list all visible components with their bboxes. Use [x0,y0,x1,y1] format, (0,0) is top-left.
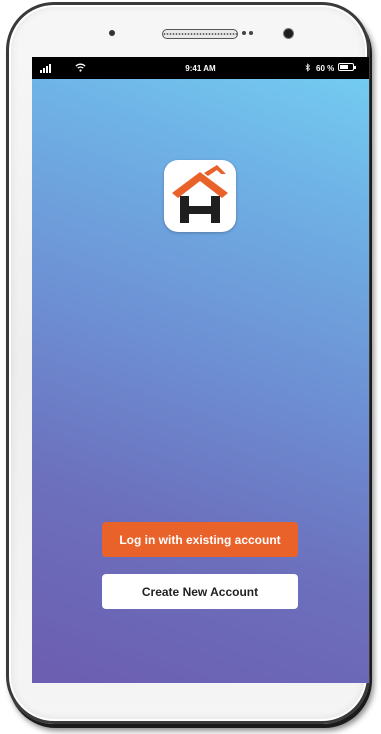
bluetooth-icon [305,63,311,72]
app-logo [164,160,236,232]
battery-percent: 60 % [316,64,335,73]
earpiece-speaker [162,29,238,39]
login-button[interactable]: Log in with existing account [102,522,298,557]
front-sensor [109,30,115,36]
app-screen: 9:41 AM 60 % Log in with existing accoun… [32,57,369,683]
proximity-sensor [242,31,246,35]
battery-icon [338,63,356,71]
house-h-logo-icon [172,165,228,223]
create-account-button[interactable]: Create New Account [102,574,298,609]
light-sensor [249,31,253,35]
front-camera [284,29,293,38]
phone-frame: 9:41 AM 60 % Log in with existing accoun… [6,2,370,724]
status-bar: 9:41 AM 60 % [32,57,369,79]
